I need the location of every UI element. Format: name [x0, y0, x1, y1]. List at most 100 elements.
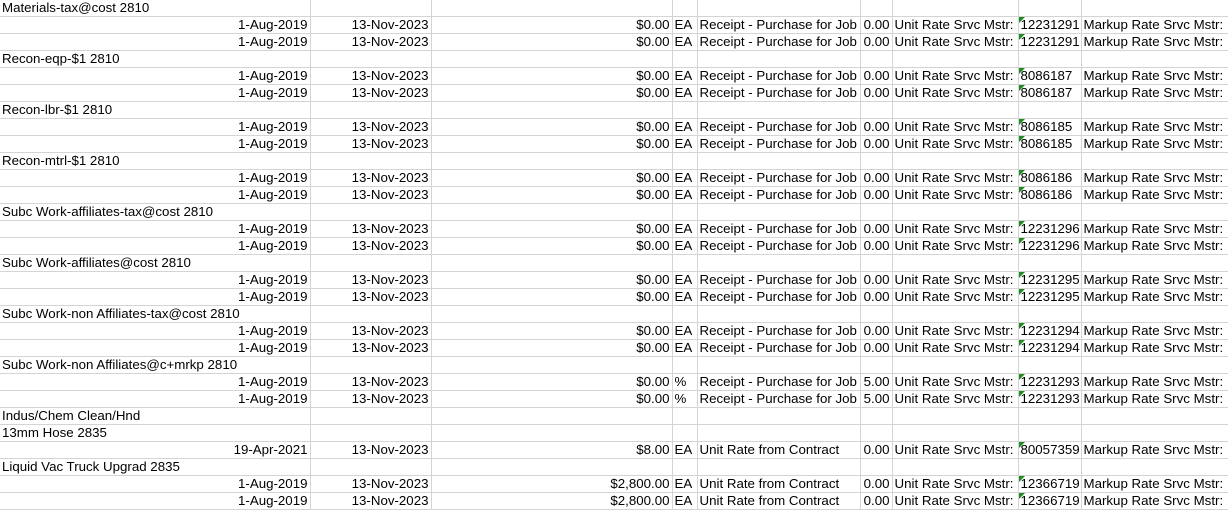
- end-date-cell[interactable]: 13-Nov-2023: [310, 288, 432, 306]
- price-cell[interactable]: $0.00: [431, 288, 673, 306]
- uom-cell[interactable]: EA: [672, 169, 698, 187]
- markup-label-cell[interactable]: Markup Rate Srvc Mstr:: [1081, 390, 1228, 408]
- price-cell[interactable]: $0.00: [431, 16, 673, 34]
- uom-cell[interactable]: EA: [672, 322, 698, 340]
- rate-label-cell[interactable]: Unit Rate Srvc Mstr:: [892, 271, 1019, 289]
- start-date-cell[interactable]: 1-Aug-2019: [0, 84, 311, 102]
- empty-cell[interactable]: [672, 424, 698, 442]
- markup-label-cell[interactable]: Markup Rate Srvc Mstr:: [1081, 475, 1228, 493]
- service-master-id-cell[interactable]: 12231295: [1018, 288, 1082, 306]
- price-cell[interactable]: $0.00: [431, 33, 673, 51]
- empty-cell[interactable]: [892, 101, 1019, 119]
- empty-cell[interactable]: [431, 305, 673, 323]
- source-cell[interactable]: Receipt - Purchase for Job: [697, 16, 861, 34]
- uom-cell[interactable]: EA: [672, 288, 698, 306]
- rate-label-cell[interactable]: Unit Rate Srvc Mstr:: [892, 118, 1019, 136]
- end-date-cell[interactable]: 13-Nov-2023: [310, 67, 432, 85]
- uom-cell[interactable]: %: [672, 390, 698, 408]
- rate-label-cell[interactable]: Unit Rate Srvc Mstr:: [892, 16, 1019, 34]
- empty-cell[interactable]: [431, 101, 673, 119]
- rate-label-cell[interactable]: Unit Rate Srvc Mstr:: [892, 169, 1019, 187]
- rate-label-cell[interactable]: Unit Rate Srvc Mstr:: [892, 220, 1019, 238]
- category-cell[interactable]: Recon-mtrl-$1 2810: [0, 152, 311, 170]
- markup-cell[interactable]: 0.00: [860, 118, 893, 136]
- uom-cell[interactable]: EA: [672, 220, 698, 238]
- end-date-cell[interactable]: 13-Nov-2023: [310, 390, 432, 408]
- service-master-id-cell[interactable]: 8086187: [1018, 84, 1082, 102]
- rate-label-cell[interactable]: Unit Rate Srvc Mstr:: [892, 33, 1019, 51]
- service-master-id-cell[interactable]: 12231291: [1018, 33, 1082, 51]
- markup-label-cell[interactable]: Markup Rate Srvc Mstr:: [1081, 492, 1228, 510]
- end-date-cell[interactable]: 13-Nov-2023: [310, 118, 432, 136]
- markup-label-cell[interactable]: Markup Rate Srvc Mstr:: [1081, 169, 1228, 187]
- empty-cell[interactable]: [697, 407, 861, 425]
- empty-cell[interactable]: [672, 458, 698, 476]
- empty-cell[interactable]: [431, 424, 673, 442]
- empty-cell[interactable]: [310, 305, 432, 323]
- empty-cell[interactable]: [1018, 203, 1082, 221]
- markup-label-cell[interactable]: Markup Rate Srvc Mstr:: [1081, 84, 1228, 102]
- source-cell[interactable]: Receipt - Purchase for Job: [697, 118, 861, 136]
- markup-cell[interactable]: 0.00: [860, 33, 893, 51]
- source-cell[interactable]: Receipt - Purchase for Job: [697, 271, 861, 289]
- uom-cell[interactable]: EA: [672, 492, 698, 510]
- empty-cell[interactable]: [1018, 50, 1082, 68]
- markup-cell[interactable]: 5.00: [860, 373, 893, 391]
- empty-cell[interactable]: [1018, 458, 1082, 476]
- rate-label-cell[interactable]: Unit Rate Srvc Mstr:: [892, 475, 1019, 493]
- empty-cell[interactable]: [1018, 424, 1082, 442]
- empty-cell[interactable]: [672, 101, 698, 119]
- source-cell[interactable]: Receipt - Purchase for Job: [697, 169, 861, 187]
- markup-cell[interactable]: 0.00: [860, 288, 893, 306]
- empty-cell[interactable]: [860, 458, 893, 476]
- markup-label-cell[interactable]: Markup Rate Srvc Mstr:: [1081, 373, 1228, 391]
- empty-cell[interactable]: [1081, 254, 1228, 272]
- markup-cell[interactable]: 0.00: [860, 322, 893, 340]
- empty-cell[interactable]: [310, 50, 432, 68]
- start-date-cell[interactable]: 1-Aug-2019: [0, 373, 311, 391]
- start-date-cell[interactable]: 1-Aug-2019: [0, 169, 311, 187]
- empty-cell[interactable]: [431, 152, 673, 170]
- end-date-cell[interactable]: 13-Nov-2023: [310, 492, 432, 510]
- end-date-cell[interactable]: 13-Nov-2023: [310, 237, 432, 255]
- empty-cell[interactable]: [431, 203, 673, 221]
- empty-cell[interactable]: [672, 254, 698, 272]
- source-cell[interactable]: Receipt - Purchase for Job: [697, 33, 861, 51]
- markup-label-cell[interactable]: Markup Rate Srvc Mstr:: [1081, 271, 1228, 289]
- rate-label-cell[interactable]: Unit Rate Srvc Mstr:: [892, 492, 1019, 510]
- start-date-cell[interactable]: 1-Aug-2019: [0, 475, 311, 493]
- start-date-cell[interactable]: 1-Aug-2019: [0, 118, 311, 136]
- empty-cell[interactable]: [1018, 0, 1082, 17]
- empty-cell[interactable]: [860, 0, 893, 17]
- service-master-id-cell[interactable]: 12366719: [1018, 475, 1082, 493]
- empty-cell[interactable]: [1018, 101, 1082, 119]
- empty-cell[interactable]: [672, 203, 698, 221]
- empty-cell[interactable]: [1018, 152, 1082, 170]
- source-cell[interactable]: Receipt - Purchase for Job: [697, 322, 861, 340]
- start-date-cell[interactable]: 1-Aug-2019: [0, 16, 311, 34]
- price-cell[interactable]: $0.00: [431, 135, 673, 153]
- empty-cell[interactable]: [892, 407, 1019, 425]
- service-master-id-cell[interactable]: 12231296: [1018, 237, 1082, 255]
- uom-cell[interactable]: EA: [672, 237, 698, 255]
- uom-cell[interactable]: %: [672, 373, 698, 391]
- source-cell[interactable]: Unit Rate from Contract: [697, 441, 861, 459]
- service-master-id-cell[interactable]: 12366719: [1018, 492, 1082, 510]
- empty-cell[interactable]: [697, 152, 861, 170]
- service-master-id-cell[interactable]: 12231294: [1018, 322, 1082, 340]
- markup-cell[interactable]: 0.00: [860, 169, 893, 187]
- markup-cell[interactable]: 0.00: [860, 271, 893, 289]
- source-cell[interactable]: Receipt - Purchase for Job: [697, 390, 861, 408]
- rate-label-cell[interactable]: Unit Rate Srvc Mstr:: [892, 186, 1019, 204]
- markup-cell[interactable]: 0.00: [860, 237, 893, 255]
- start-date-cell[interactable]: 1-Aug-2019: [0, 220, 311, 238]
- source-cell[interactable]: Receipt - Purchase for Job: [697, 220, 861, 238]
- end-date-cell[interactable]: 13-Nov-2023: [310, 135, 432, 153]
- price-cell[interactable]: $0.00: [431, 118, 673, 136]
- price-cell[interactable]: $8.00: [431, 441, 673, 459]
- price-cell[interactable]: $2,800.00: [431, 492, 673, 510]
- empty-cell[interactable]: [310, 101, 432, 119]
- service-master-id-cell[interactable]: 8086186: [1018, 186, 1082, 204]
- empty-cell[interactable]: [672, 0, 698, 17]
- markup-cell[interactable]: 0.00: [860, 492, 893, 510]
